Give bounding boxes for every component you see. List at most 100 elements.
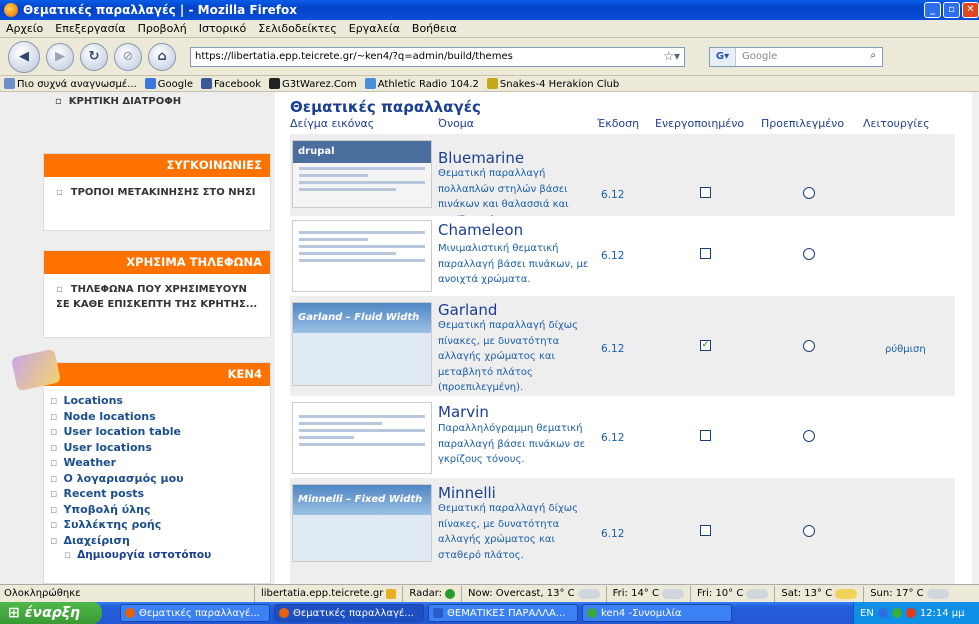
- sun-cloud-icon: [835, 588, 858, 599]
- back-button[interactable]: ◀: [8, 40, 40, 73]
- url-bar[interactable]: https://libertatia.epp.teicrete.gr/~ken4…: [190, 46, 685, 67]
- bookmark-snakes[interactable]: Snakes-4 Herakion Club: [486, 77, 619, 90]
- menu-view[interactable]: Προβολή: [132, 22, 193, 35]
- nav-recent-posts[interactable]: Recent posts: [50, 486, 270, 502]
- theme-description: Θεματική παραλλαγή δίχως πίνακες, με δυν…: [438, 320, 578, 393]
- weather-forecast-3[interactable]: Sat: 13° C: [774, 585, 863, 602]
- nav-feed-aggregator[interactable]: Συλλέκτης ροής: [50, 517, 270, 533]
- sidebar-item-label: ΚΡΗΤΙΚΗ ΔΙΑΤΡΟΦΗ: [68, 96, 182, 107]
- bookmark-g3twarez[interactable]: G3tWarez.Com: [269, 77, 357, 90]
- col-operations: Λειτουργίες: [863, 117, 930, 130]
- nav-weather[interactable]: Weather: [50, 455, 270, 471]
- google-engine-icon[interactable]: G▾: [710, 47, 736, 66]
- nav-user-location-table[interactable]: User location table: [50, 424, 270, 440]
- theme-version: 6.12: [601, 432, 625, 444]
- taskbar-item-word[interactable]: ΘΕΜΑΤΙΚΕΣ ΠΑΡΑΛΛΑ...: [428, 604, 578, 622]
- bookmark-label: Google: [157, 78, 194, 90]
- table-row: Minnelli – Fixed Width Minnelli Θεματική…: [290, 478, 955, 584]
- start-label: έναρξη: [24, 605, 80, 621]
- weather-forecast-4[interactable]: Sun: 17° C: [863, 585, 954, 602]
- word-icon: [433, 608, 443, 618]
- home-button[interactable]: ⌂: [148, 42, 176, 71]
- bookmark-google[interactable]: Google: [144, 77, 194, 90]
- back-arrow-icon: ◀: [19, 49, 29, 64]
- forward-button[interactable]: ▶: [46, 42, 74, 71]
- folder-icon: [4, 77, 15, 89]
- vertical-scrollbar[interactable]: [972, 92, 979, 584]
- transport-link[interactable]: ΤΡΟΠΟΙ ΜΕΤΑΚΙΝΗΣΗΣ ΣΤΟ ΝΗΣΙ: [56, 185, 260, 200]
- sidebar-item-cretan-diet[interactable]: ▫ ΚΡΗΤΙΚΗ ΔΙΑΤΡΟΦΗ: [55, 95, 181, 109]
- table-row: Marvin Παραλληλόγραμμη θεματική παραλλαγ…: [290, 396, 955, 478]
- reload-icon: ↻: [88, 49, 100, 64]
- default-radio[interactable]: [803, 187, 815, 199]
- configure-link[interactable]: ρύθμιση: [885, 344, 926, 355]
- enabled-checkbox[interactable]: [700, 430, 711, 441]
- weather-forecast-2[interactable]: Fri: 10° C: [689, 585, 774, 602]
- nav-administer[interactable]: Διαχείριση: [50, 533, 270, 549]
- nav-my-account[interactable]: Ο λογαριασμός μου: [50, 471, 270, 487]
- enabled-checkbox[interactable]: [700, 187, 711, 198]
- theme-description: Θεματική παραλλαγή δίχως πίνακες, με δυν…: [438, 503, 578, 561]
- page-content: ▫ ΚΡΗΤΙΚΗ ΔΙΑΤΡΟΦΗ ΣΥΓΚΟΙΝΩΝΙΕΣ ΤΡΟΠΟΙ Μ…: [0, 92, 979, 584]
- close-button[interactable]: ✕: [962, 2, 979, 18]
- tray-icon[interactable]: [905, 608, 916, 618]
- nav-site-building[interactable]: Δημιουργία ιστοτόπου: [50, 548, 270, 564]
- stop-button[interactable]: ⊘: [114, 42, 142, 71]
- menu-file[interactable]: Αρχείο: [0, 22, 49, 35]
- menu-history[interactable]: Ιστορικό: [193, 22, 253, 35]
- forecast-text: Sun: 17° C: [870, 587, 924, 599]
- theme-screenshot: drupal: [292, 140, 432, 208]
- ken4-nav-list: Locations Node locations User location t…: [44, 386, 270, 564]
- nav-user-locations[interactable]: User locations: [50, 440, 270, 456]
- bookmark-athletic-radio[interactable]: Athletic Radio 104.2: [364, 77, 479, 90]
- enabled-checkbox[interactable]: ✓: [700, 340, 711, 351]
- forecast-text: Fri: 14° C: [612, 587, 659, 599]
- tray-icon[interactable]: [891, 608, 902, 618]
- menu-edit[interactable]: Επεξεργασία: [49, 22, 131, 35]
- enabled-checkbox[interactable]: [700, 248, 711, 259]
- bookmarks-toolbar: Πιο συχνά αναγνωσμέ... Google Facebook G…: [0, 76, 979, 92]
- themes-main: Θεματικές παραλλαγές Δείγμα εικόνας Όνομ…: [284, 92, 979, 584]
- theme-screenshot: Garland – Fluid Width: [292, 302, 432, 386]
- clock: 12:14 μμ: [919, 607, 965, 619]
- lock-icon: [386, 588, 397, 599]
- bookmark-most-visited[interactable]: Πιο συχνά αναγνωσμέ...: [4, 77, 137, 90]
- table-row: Garland – Fluid Width Garland Θεματική π…: [290, 296, 955, 396]
- bookmark-star-icon[interactable]: ☆▾: [663, 49, 680, 63]
- reload-button[interactable]: ↻: [80, 42, 108, 71]
- minimize-button[interactable]: _: [924, 2, 941, 18]
- enabled-checkbox[interactable]: [700, 525, 711, 536]
- menu-tools[interactable]: Εργαλεία: [343, 22, 406, 35]
- nav-create-content[interactable]: Υποβολή ύλης: [50, 502, 270, 518]
- weather-now[interactable]: Now: Overcast, 13° C: [461, 585, 606, 602]
- nav-locations[interactable]: Locations: [50, 393, 270, 409]
- taskbar-item-firefox-1[interactable]: Θεματικές παραλλαγέ...: [120, 604, 270, 622]
- weather-forecast-1[interactable]: Fri: 14° C: [605, 585, 690, 602]
- maximize-button[interactable]: ▫: [943, 2, 960, 18]
- default-radio[interactable]: [803, 340, 815, 352]
- search-icon[interactable]: ⌕: [870, 50, 876, 61]
- menu-bookmarks[interactable]: Σελιδοδείκτες: [252, 22, 343, 35]
- language-indicator[interactable]: EN: [860, 608, 874, 619]
- col-enabled: Ενεργοποιημένο: [655, 117, 745, 130]
- weather-radar[interactable]: Radar:: [402, 585, 461, 602]
- star-icon: [364, 77, 376, 89]
- col-version: Έκδοση: [597, 117, 640, 130]
- default-radio[interactable]: [803, 430, 815, 442]
- taskbar-item-firefox-2[interactable]: Θεματικές παραλλαγέ...: [274, 604, 424, 622]
- theme-name: Chameleon: [438, 221, 524, 239]
- menu-help[interactable]: Βοήθεια: [406, 22, 463, 35]
- tray-icon[interactable]: [877, 608, 888, 618]
- taskbar-item-messenger[interactable]: ken4 -Συνομιλία: [582, 604, 732, 622]
- default-radio[interactable]: [803, 248, 815, 260]
- bookmark-facebook[interactable]: Facebook: [201, 77, 261, 90]
- phones-link[interactable]: ΤΗΛΕΦΩΝΑ ΠΟΥ ΧΡΗΣΙΜΕΥΟΥΝ ΣΕ ΚΑΘΕ ΕΠΙΣΚΕΠ…: [56, 282, 260, 312]
- radar-label: Radar:: [409, 587, 442, 599]
- theme-version: 6.12: [601, 528, 625, 540]
- nav-node-locations[interactable]: Node locations: [50, 409, 270, 425]
- window-titlebar[interactable]: Θεματικές παραλλαγές | - Mozilla Firefox…: [0, 0, 979, 20]
- google-icon: [144, 77, 156, 89]
- start-button[interactable]: ⊞ έναρξη: [0, 602, 102, 624]
- search-box[interactable]: G▾ Google ⌕: [709, 46, 883, 67]
- default-radio[interactable]: [803, 525, 815, 537]
